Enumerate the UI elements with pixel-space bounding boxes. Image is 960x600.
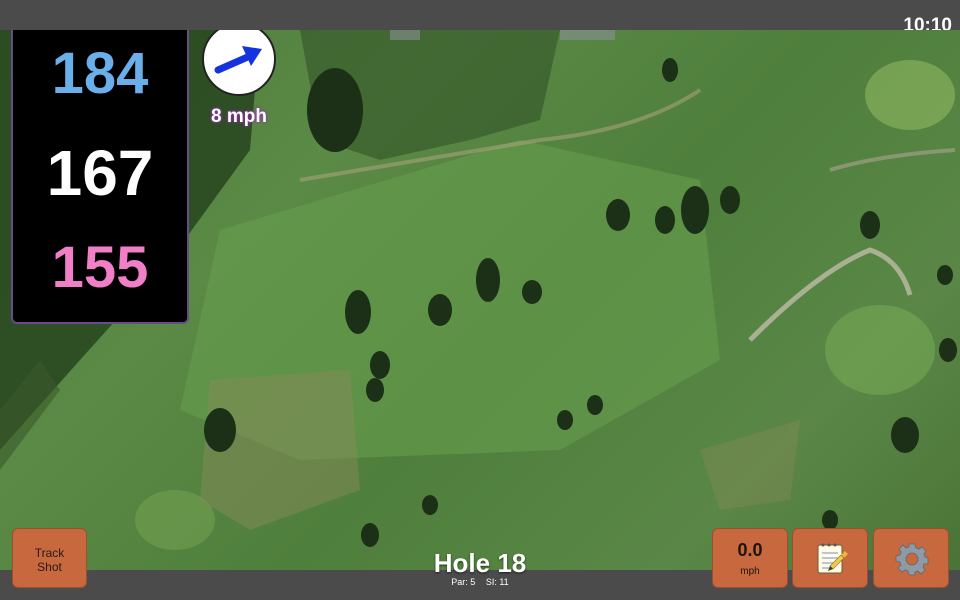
hole-par: Par: 5 — [451, 577, 476, 587]
track-shot-label-line2: Shot — [37, 560, 62, 574]
gear-icon — [895, 543, 929, 576]
status-bar: 10:10 — [0, 0, 960, 36]
speed-button[interactable]: 0.0 mph — [712, 528, 788, 588]
hole-info: Par: 5 SI: 11 — [380, 577, 580, 587]
speed-unit: mph — [740, 566, 760, 577]
hole-stroke-index: SI: 11 — [485, 577, 509, 587]
distance-front: 155 — [51, 235, 149, 300]
course-map[interactable]: 184 167 155 8 mph — [0, 30, 960, 570]
distance-panel: 184 167 155 — [11, 30, 189, 324]
speed-value: 0.0 — [737, 540, 763, 560]
wind-speed-label: 8 mph — [211, 106, 267, 127]
settings-button[interactable] — [873, 528, 949, 588]
track-shot-label-line1: Track — [34, 546, 65, 560]
track-shot-button[interactable]: Track Shot — [12, 528, 87, 588]
notepad-icon — [817, 543, 848, 574]
distance-center: 167 — [46, 137, 154, 209]
distance-back: 184 — [51, 41, 149, 106]
wind-indicator — [202, 30, 276, 96]
wind-arrow-icon — [214, 46, 262, 74]
hole-title: Hole 18 — [433, 548, 527, 578]
notes-button[interactable] — [792, 528, 868, 588]
